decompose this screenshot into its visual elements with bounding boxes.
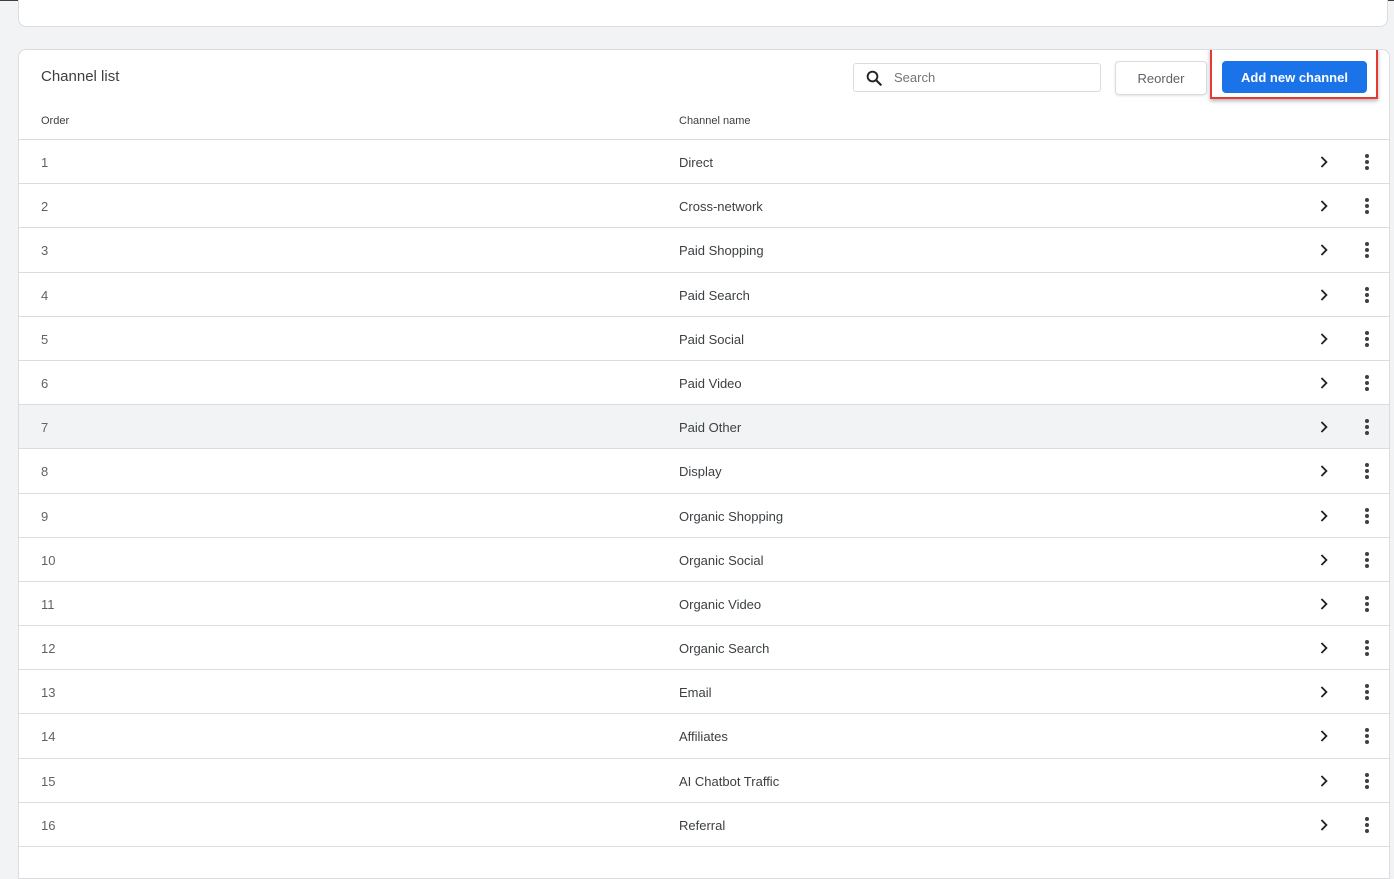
table-row[interactable]: 4 Paid Search xyxy=(19,273,1389,317)
column-header-order: Order xyxy=(41,115,70,127)
chevron-right-icon[interactable] xyxy=(1315,727,1333,745)
chevron-right-icon[interactable] xyxy=(1315,153,1333,171)
row-channel-name: Paid Video xyxy=(679,375,742,391)
row-order: 13 xyxy=(41,685,56,701)
row-order: 12 xyxy=(41,641,56,657)
reorder-button[interactable]: Reorder xyxy=(1115,61,1207,95)
row-channel-name: Paid Shopping xyxy=(679,243,764,259)
chevron-right-icon[interactable] xyxy=(1315,374,1333,392)
table-row[interactable]: 3 Paid Shopping xyxy=(19,228,1389,273)
chevron-right-icon[interactable] xyxy=(1315,418,1333,436)
previous-card xyxy=(18,0,1388,27)
row-channel-name: Display xyxy=(679,464,722,480)
more-vert-icon[interactable] xyxy=(1358,240,1376,260)
row-order: 4 xyxy=(41,287,49,303)
table-header: Order Channel name xyxy=(19,105,1389,140)
chevron-right-icon[interactable] xyxy=(1315,816,1333,834)
table-row[interactable]: 11 Organic Video xyxy=(19,582,1389,627)
row-order: 11 xyxy=(41,596,55,612)
search-input[interactable] xyxy=(894,70,1084,85)
row-channel-name: Organic Shopping xyxy=(679,508,784,524)
chevron-right-icon[interactable] xyxy=(1315,551,1333,569)
row-order: 1 xyxy=(41,155,49,170)
row-order: 9 xyxy=(41,508,49,524)
row-channel-name: Paid Social xyxy=(679,331,745,347)
row-channel-name: Paid Search xyxy=(679,287,750,303)
table-row[interactable]: 9 Organic Shopping xyxy=(19,494,1389,538)
more-vert-icon[interactable] xyxy=(1358,771,1376,791)
table-row[interactable]: 13 Email xyxy=(19,670,1389,715)
chevron-right-icon[interactable] xyxy=(1315,507,1333,525)
more-vert-icon[interactable] xyxy=(1358,594,1376,614)
table-row[interactable]: 10 Organic Social xyxy=(19,538,1389,582)
row-order: 3 xyxy=(41,243,49,259)
chevron-right-icon[interactable] xyxy=(1315,595,1333,613)
more-vert-icon[interactable] xyxy=(1358,506,1376,526)
row-order: 14 xyxy=(41,729,56,745)
row-order: 5 xyxy=(41,331,49,347)
table-row[interactable]: 16 Referral xyxy=(19,803,1389,847)
add-new-channel-button[interactable]: Add new channel xyxy=(1222,61,1367,93)
row-channel-name: AI Chatbot Traffic xyxy=(679,773,780,789)
more-vert-icon[interactable] xyxy=(1358,638,1376,658)
card-header: Channel list Reorder Add new channel xyxy=(19,50,1389,105)
more-vert-icon[interactable] xyxy=(1358,461,1376,481)
table-body: 1 Direct 2 Cross-network 3 Paid Shopping 4 Paid… xyxy=(19,140,1389,847)
chevron-right-icon[interactable] xyxy=(1315,286,1333,304)
more-vert-icon[interactable] xyxy=(1358,196,1376,216)
more-vert-icon[interactable] xyxy=(1358,550,1376,570)
table-row[interactable]: 15 AI Chatbot Traffic xyxy=(19,759,1389,803)
table-row[interactable]: 6 Paid Video xyxy=(19,361,1389,406)
row-order: 8 xyxy=(41,464,49,480)
chevron-right-icon[interactable] xyxy=(1315,197,1333,215)
chevron-right-icon[interactable] xyxy=(1315,241,1333,259)
row-channel-name: Paid Other xyxy=(679,420,742,436)
row-channel-name: Referral xyxy=(679,817,726,833)
chevron-right-icon[interactable] xyxy=(1315,330,1333,348)
chevron-right-icon[interactable] xyxy=(1315,683,1333,701)
row-channel-name: Organic Video xyxy=(679,596,762,612)
row-order: 6 xyxy=(41,375,49,391)
table-row[interactable]: 7 Paid Other xyxy=(19,405,1389,450)
search-icon xyxy=(854,69,894,87)
more-vert-icon[interactable] xyxy=(1358,152,1376,172)
row-channel-name: Affiliates xyxy=(679,729,728,745)
search-box[interactable] xyxy=(853,63,1101,92)
row-channel-name: Organic Search xyxy=(679,641,770,657)
chevron-right-icon[interactable] xyxy=(1315,639,1333,657)
row-channel-name: Email xyxy=(679,685,712,701)
chevron-right-icon[interactable] xyxy=(1315,772,1333,790)
table-row[interactable]: 12 Organic Search xyxy=(19,626,1389,671)
table-row[interactable]: 5 Paid Social xyxy=(19,317,1389,361)
more-vert-icon[interactable] xyxy=(1358,815,1376,835)
channel-list-card: Channel list Reorder Add new channel Ord… xyxy=(18,49,1390,879)
more-vert-icon[interactable] xyxy=(1358,285,1376,305)
row-channel-name: Direct xyxy=(679,155,713,170)
row-order: 2 xyxy=(41,199,49,215)
more-vert-icon[interactable] xyxy=(1358,329,1376,349)
table-row[interactable]: 1 Direct xyxy=(19,140,1389,185)
card-title: Channel list xyxy=(41,68,120,85)
table-row[interactable]: 14 Affiliates xyxy=(19,714,1389,759)
column-header-channel-name: Channel name xyxy=(679,115,751,127)
row-order: 16 xyxy=(41,817,56,833)
row-order: 10 xyxy=(41,552,56,568)
more-vert-icon[interactable] xyxy=(1358,417,1376,437)
more-vert-icon[interactable] xyxy=(1358,682,1376,702)
more-vert-icon[interactable] xyxy=(1358,726,1376,746)
row-channel-name: Cross-network xyxy=(679,199,763,215)
more-vert-icon[interactable] xyxy=(1358,373,1376,393)
table-row[interactable]: 2 Cross-network xyxy=(19,184,1389,229)
row-channel-name: Organic Social xyxy=(679,552,764,568)
row-order: 15 xyxy=(41,773,56,789)
row-order: 7 xyxy=(41,420,49,436)
chevron-right-icon[interactable] xyxy=(1315,462,1333,480)
table-row[interactable]: 8 Display xyxy=(19,449,1389,494)
